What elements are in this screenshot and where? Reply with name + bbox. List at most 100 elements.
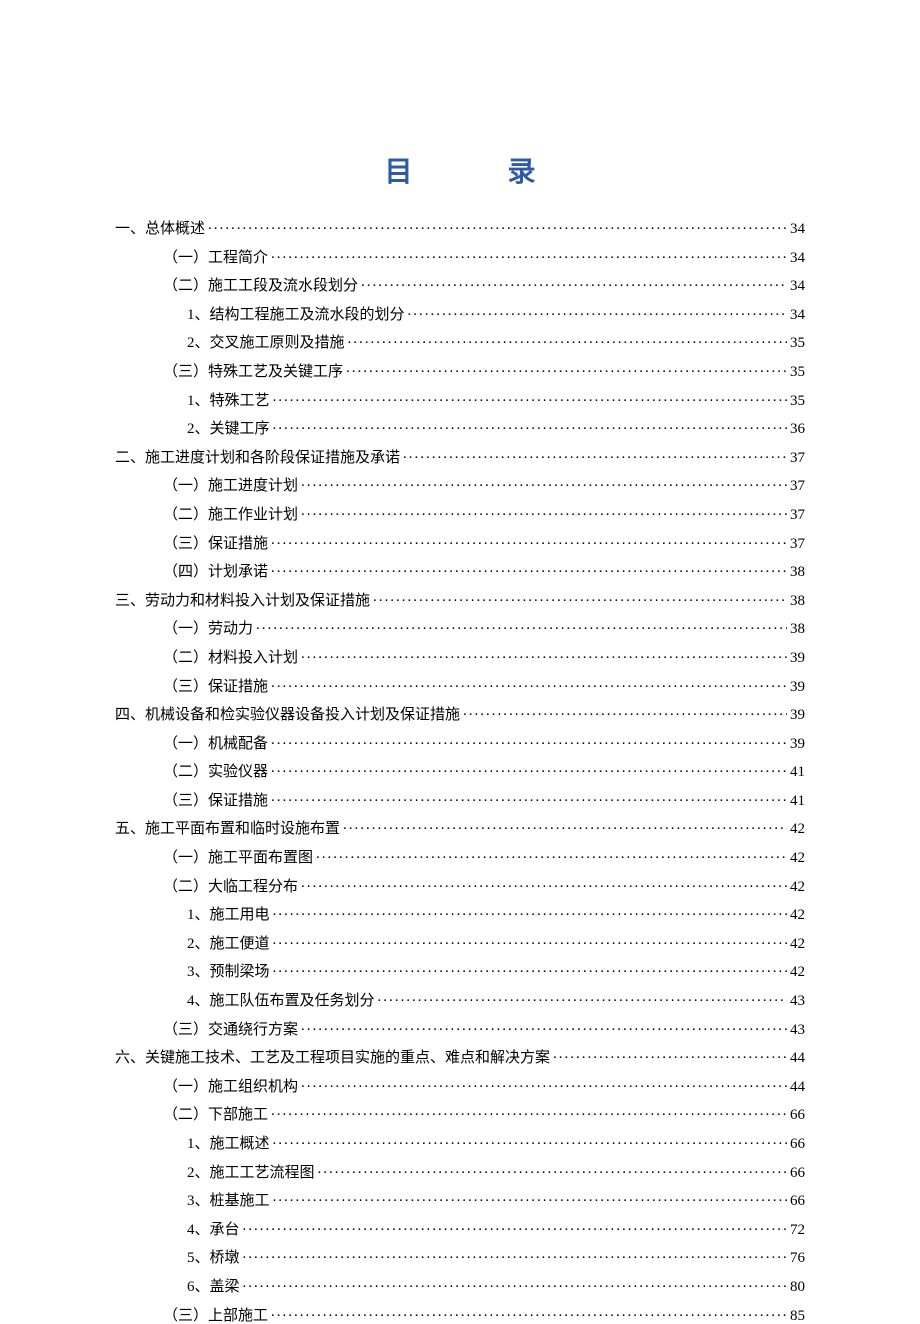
toc-entry: （一）机械配备39 — [115, 733, 805, 752]
toc-entry-page: 35 — [790, 365, 805, 380]
toc-entry: （三）上部施工 85 — [115, 1305, 805, 1324]
toc-entry: 3、预制梁场42 — [115, 961, 805, 980]
toc-entry-page: 39 — [790, 708, 805, 723]
toc-entry-page: 39 — [790, 680, 805, 695]
toc-leader-dots — [256, 618, 787, 633]
toc-entry-label: （一）机械配备 — [163, 737, 268, 752]
toc-entry-label: （三）保证措施 — [163, 537, 268, 552]
toc-entry: （二）施工作业计划37 — [115, 504, 805, 523]
toc-entry-label: （二）材料投入计划 — [163, 651, 298, 666]
toc-entry: （三）保证措施 41 — [115, 790, 805, 809]
toc-entry-label: （一）工程简介 — [163, 251, 268, 266]
toc-entry: 4、施工队伍布置及任务划分 43 — [115, 990, 805, 1009]
toc-entry: 5、桥墩76 — [115, 1247, 805, 1266]
toc-entry-label: （一）劳动力 — [163, 622, 253, 637]
toc-entry-page: 41 — [790, 794, 805, 809]
toc-entry-label: （二）施工作业计划 — [163, 508, 298, 523]
toc-entry-label: （三）特殊工艺及关键工序 — [163, 365, 343, 380]
toc-entry: （二）实验仪器41 — [115, 761, 805, 780]
toc-entry: （一）施工进度计划37 — [115, 475, 805, 494]
toc-entry-page: 38 — [790, 565, 805, 580]
toc-leader-dots — [301, 1019, 787, 1034]
toc-entry-page: 34 — [790, 279, 805, 294]
toc-entry-label: （二）施工工段及流水段划分 — [163, 279, 358, 294]
toc-leader-dots — [271, 790, 787, 805]
toc-leader-dots — [273, 961, 787, 976]
toc-leader-dots — [271, 676, 787, 691]
toc-leader-dots — [243, 1219, 787, 1234]
toc-entry-page: 66 — [790, 1166, 805, 1181]
toc-entry: 2、关键工序 36 — [115, 418, 805, 437]
toc-entry-page: 42 — [790, 937, 805, 952]
toc-entry-page: 39 — [790, 651, 805, 666]
table-of-contents: 一、总体概述34（一）工程简介34（二）施工工段及流水段划分341、结构工程施工… — [115, 218, 805, 1324]
toc-entry-label: 4、施工队伍布置及任务划分 — [187, 994, 375, 1009]
title-char-2: 录 — [508, 157, 536, 188]
toc-entry-label: （三）保证措施 — [163, 794, 268, 809]
toc-leader-dots — [243, 1276, 787, 1291]
toc-leader-dots — [316, 847, 787, 862]
toc-entry-label: 3、预制梁场 — [187, 965, 270, 980]
toc-entry: 二、施工进度计划和各阶段保证措施及承诺37 — [115, 447, 805, 466]
toc-leader-dots — [361, 275, 787, 290]
toc-entry: （二）下部施工66 — [115, 1104, 805, 1123]
toc-leader-dots — [273, 1190, 787, 1205]
toc-entry: （四）计划承诺38 — [115, 561, 805, 580]
toc-entry-page: 76 — [790, 1251, 805, 1266]
toc-entry-label: 三、劳动力和材料投入计划及保证措施 — [115, 594, 370, 609]
toc-entry: 三、劳动力和材料投入计划及保证措施 38 — [115, 590, 805, 609]
toc-leader-dots — [273, 418, 787, 433]
toc-entry-page: 66 — [790, 1108, 805, 1123]
toc-leader-dots — [243, 1247, 787, 1262]
toc-leader-dots — [271, 1305, 787, 1320]
toc-entry: （一）施工平面布置图 42 — [115, 847, 805, 866]
toc-leader-dots — [408, 304, 787, 319]
toc-entry-label: 六、关键施工技术、工艺及工程项目实施的重点、难点和解决方案 — [115, 1051, 550, 1066]
toc-entry-label: 1、施工概述 — [187, 1137, 270, 1152]
toc-entry: （三）交通绕行方案43 — [115, 1019, 805, 1038]
toc-entry-label: （一）施工进度计划 — [163, 479, 298, 494]
toc-entry: 四、机械设备和检实验仪器设备投入计划及保证措施 39 — [115, 704, 805, 723]
toc-leader-dots — [271, 733, 787, 748]
toc-entry-label: 4、承台 — [187, 1223, 240, 1238]
toc-leader-dots — [271, 1104, 787, 1119]
toc-entry-page: 38 — [790, 622, 805, 637]
toc-leader-dots — [378, 990, 787, 1005]
toc-entry: 4、承台 72 — [115, 1219, 805, 1238]
toc-entry-label: （一）施工平面布置图 — [163, 851, 313, 866]
toc-entry-label: （三）保证措施 — [163, 680, 268, 695]
toc-entry-label: （二）大临工程分布 — [163, 880, 298, 895]
toc-entry-page: 42 — [790, 851, 805, 866]
toc-entry-page: 66 — [790, 1194, 805, 1209]
toc-entry-page: 35 — [790, 394, 805, 409]
toc-entry-page: 43 — [790, 994, 805, 1009]
toc-entry-page: 85 — [790, 1309, 805, 1324]
toc-entry: （三）保证措施 39 — [115, 676, 805, 695]
toc-entry-page: 36 — [790, 422, 805, 437]
toc-entry-label: 2、施工工艺流程图 — [187, 1166, 315, 1181]
toc-leader-dots — [273, 1133, 787, 1148]
toc-entry: 六、关键施工技术、工艺及工程项目实施的重点、难点和解决方案44 — [115, 1047, 805, 1066]
toc-entry-page: 34 — [790, 308, 805, 323]
toc-leader-dots — [301, 475, 787, 490]
toc-entry-label: 四、机械设备和检实验仪器设备投入计划及保证措施 — [115, 708, 460, 723]
toc-entry: （一）施工组织机构44 — [115, 1076, 805, 1095]
toc-entry: 五、施工平面布置和临时设施布置42 — [115, 818, 805, 837]
toc-leader-dots — [271, 247, 787, 262]
toc-entry: 2、交叉施工原则及措施35 — [115, 332, 805, 351]
title-char-1: 目 — [384, 157, 412, 188]
toc-leader-dots — [301, 1076, 787, 1091]
toc-entry-label: （二）实验仪器 — [163, 765, 268, 780]
toc-leader-dots — [273, 933, 787, 948]
toc-entry-label: 二、施工进度计划和各阶段保证措施及承诺 — [115, 451, 400, 466]
toc-entry-page: 43 — [790, 1023, 805, 1038]
toc-entry-page: 38 — [790, 594, 805, 609]
toc-entry-label: 1、施工用电 — [187, 908, 270, 923]
toc-leader-dots — [463, 704, 787, 719]
toc-entry-page: 72 — [790, 1223, 805, 1238]
toc-entry-label: 2、关键工序 — [187, 422, 270, 437]
toc-entry: 2、施工工艺流程图 66 — [115, 1162, 805, 1181]
toc-leader-dots — [271, 761, 787, 776]
toc-entry-label: （三）上部施工 — [163, 1309, 268, 1324]
toc-entry-page: 66 — [790, 1137, 805, 1152]
